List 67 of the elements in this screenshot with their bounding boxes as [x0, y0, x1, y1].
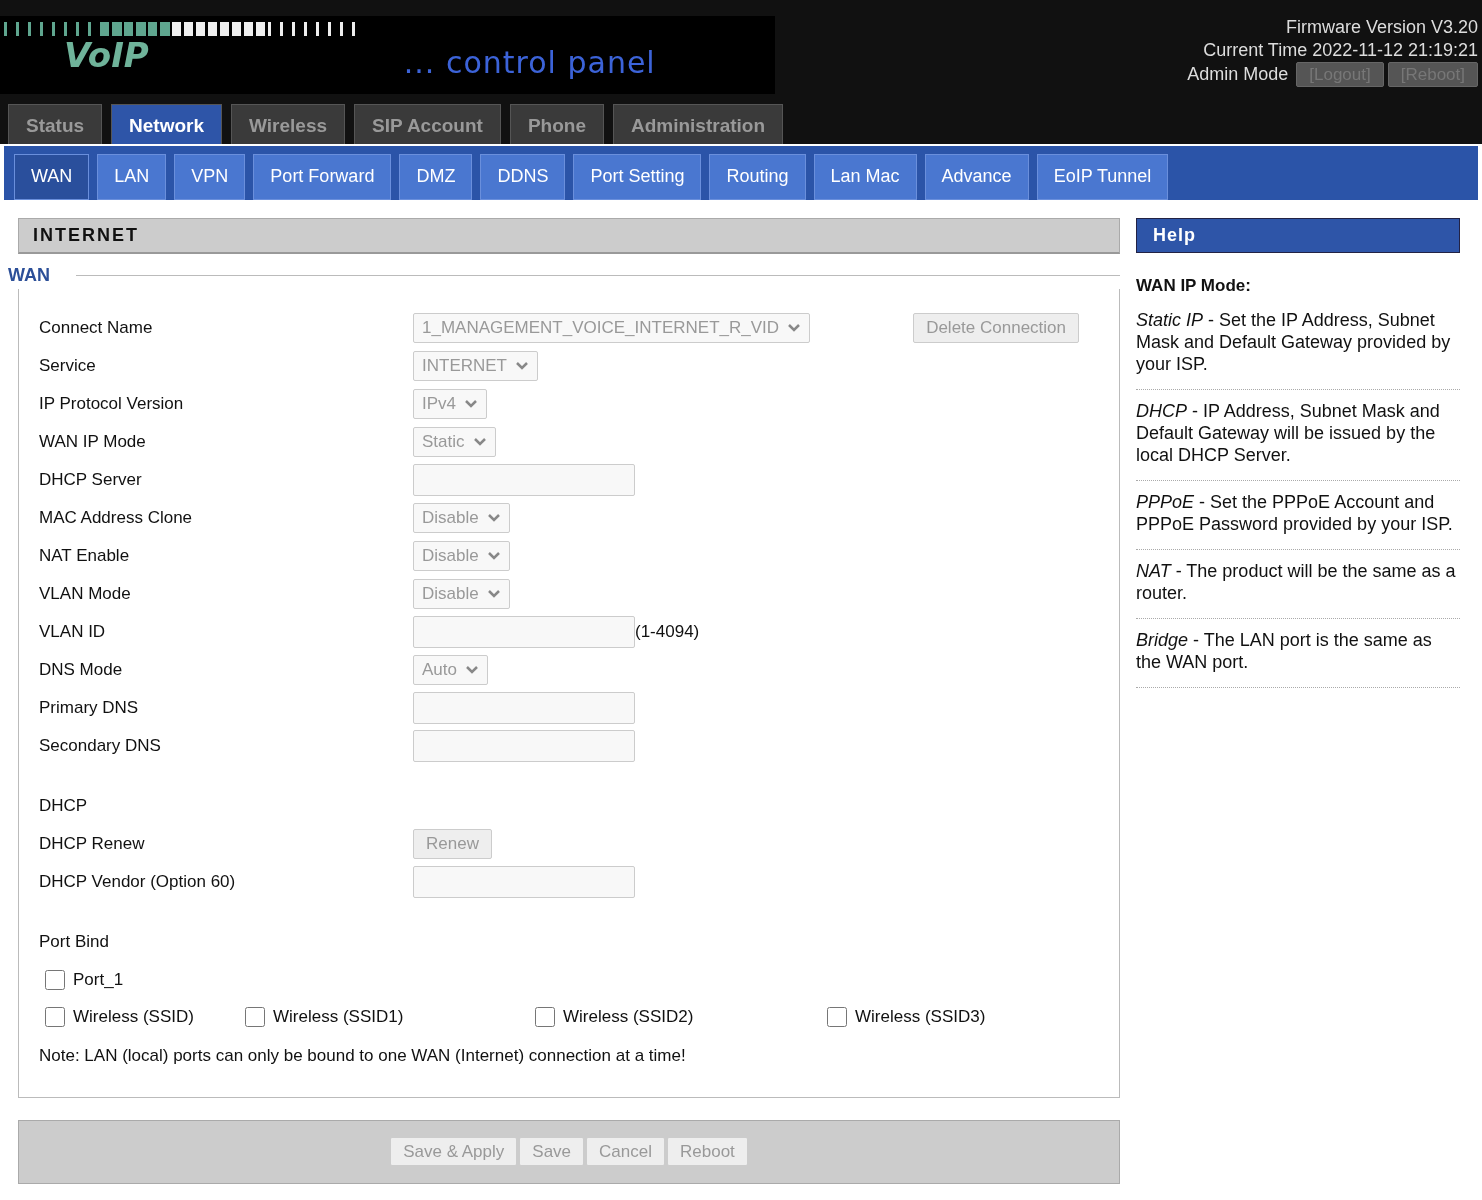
field-label: DHCP Server: [39, 469, 143, 492]
checkbox[interactable]: [45, 969, 65, 990]
help-text: DHCP - IP Address, Subnet Mask and Default Gateway will be issued by the local DHCP Server.: [1136, 389, 1460, 481]
checkbox-label: Wireless (SSID2): [563, 1005, 694, 1028]
sub-tab[interactable]: DMZ: [399, 154, 473, 200]
sub-tab[interactable]: Routing: [709, 154, 806, 200]
help-text: PPPoE - Set the PPPoE Account and PPPoE Password provided by your ISP.: [1136, 480, 1460, 550]
checkbox-label: Wireless (SSID1): [273, 1005, 404, 1028]
tagline: ... control panel: [403, 47, 656, 78]
field-label: DNS Mode: [39, 659, 124, 682]
sub-tab[interactable]: LAN: [97, 154, 167, 200]
field-label: DHCP Vendor (Option 60): [39, 871, 237, 894]
nav-tab[interactable]: Administration: [612, 104, 784, 144]
field-label: VLAN ID: [39, 621, 107, 644]
logo-text: VoIP: [64, 37, 149, 72]
sub-tab[interactable]: Port Setting: [573, 154, 702, 200]
help-text: NAT - The product will be the same as a router.: [1136, 549, 1460, 619]
field-label: MAC Address Clone: [39, 507, 194, 530]
sub-tab[interactable]: EoIP Tunnel: [1036, 154, 1169, 200]
caret-icon: [486, 513, 501, 523]
group-title: WAN: [8, 264, 50, 287]
sub-tab[interactable]: Advance: [924, 154, 1029, 200]
help-heading: WAN IP Mode:: [1136, 275, 1252, 297]
field-label: Secondary DNS: [39, 735, 162, 758]
field-label: DHCP Renew: [39, 833, 146, 856]
caret-icon: [787, 323, 802, 333]
checkbox[interactable]: [45, 1006, 65, 1027]
field-label: Service: [39, 355, 97, 378]
checkbox-label: Port_1: [73, 968, 124, 991]
section-title: INTERNET: [18, 218, 1120, 254]
nav-tab[interactable]: Wireless: [231, 104, 346, 144]
caret-icon: [486, 589, 501, 599]
caret-icon: [486, 551, 501, 561]
sub-tab[interactable]: WAN: [14, 154, 90, 200]
field-label: NAT Enable: [39, 545, 131, 568]
sub-tab[interactable]: Lan Mac: [813, 154, 917, 200]
firmware-version: Firmware Version V3.20: [1284, 16, 1478, 39]
nav-tab[interactable]: SIP Account: [354, 104, 501, 144]
field-label: WAN IP Mode: [39, 431, 147, 454]
help-title: Help: [1136, 218, 1460, 253]
admin-mode: Admin Mode: [1187, 63, 1289, 86]
checkbox-label: Wireless (SSID): [73, 1005, 194, 1028]
sub-tab[interactable]: DDNS: [480, 154, 566, 200]
sub-tab[interactable]: Port Forward: [253, 154, 392, 200]
help-text: Bridge - The LAN port is the same as the WAN port.: [1136, 618, 1460, 688]
nav-tab[interactable]: Phone: [509, 104, 604, 144]
checkbox-label: Wireless (SSID3): [855, 1005, 986, 1028]
caret-icon: [464, 399, 479, 409]
field-label: VLAN Mode: [39, 583, 132, 606]
caret-icon: [465, 665, 479, 675]
note-text: Note: LAN (local) ports can only be bound to one WAN (Internet) connection at a time!: [39, 1045, 687, 1067]
range-hint: (1-4094): [635, 621, 700, 644]
section-label: Port Bind: [39, 931, 109, 954]
checkbox[interactable]: [535, 1006, 555, 1027]
help-text: Static IP - Set the IP Address, Subnet Mask and Default Gateway provided by your ISP.: [1136, 298, 1460, 390]
section-label: DHCP: [39, 795, 88, 818]
caret-icon: [515, 361, 529, 371]
field-label: Primary DNS: [39, 697, 140, 720]
current-time: Current Time 2022-11-12 21:19:21: [1202, 39, 1478, 62]
sub-tab[interactable]: VPN: [174, 154, 246, 200]
field-label: Connect Name: [39, 317, 154, 340]
nav-tab[interactable]: Status: [8, 104, 103, 144]
checkbox[interactable]: [245, 1006, 265, 1027]
nav-tab[interactable]: Network: [111, 104, 223, 144]
checkbox[interactable]: [827, 1006, 847, 1027]
field-label: IP Protocol Version: [39, 393, 185, 416]
caret-icon: [472, 437, 487, 447]
